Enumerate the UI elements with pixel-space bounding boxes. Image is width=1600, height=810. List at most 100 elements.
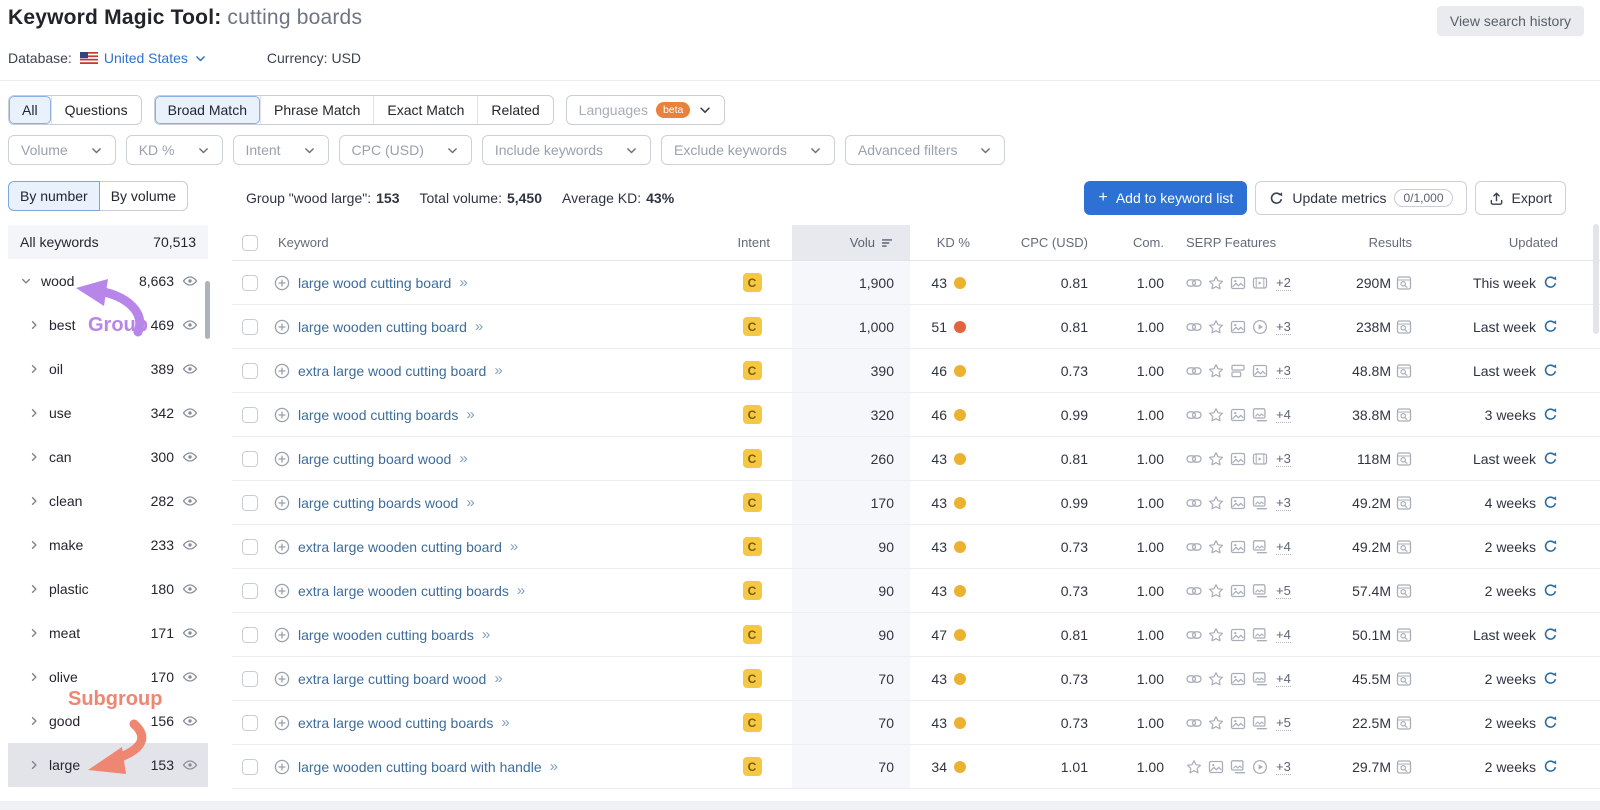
database-selector[interactable]: United States bbox=[80, 50, 207, 66]
expand-keyword-icon[interactable]: » bbox=[459, 450, 467, 467]
serp-more-badge[interactable]: +4 bbox=[1276, 407, 1291, 423]
row-checkbox[interactable] bbox=[242, 758, 258, 775]
keyword-link[interactable]: extra large wooden cutting boards bbox=[298, 583, 509, 599]
sidebar-group-make[interactable]: make 233 bbox=[8, 523, 208, 567]
add-keyword-icon[interactable] bbox=[274, 495, 290, 511]
row-checkbox[interactable] bbox=[242, 450, 258, 467]
keyword-link[interactable]: large wooden cutting board bbox=[298, 319, 467, 335]
expand-keyword-icon[interactable]: » bbox=[459, 274, 467, 291]
serp-preview-icon[interactable] bbox=[1396, 363, 1412, 379]
serp-preview-icon[interactable] bbox=[1396, 671, 1412, 687]
keyword-link[interactable]: extra large cutting board wood bbox=[298, 671, 486, 687]
keyword-link[interactable]: large cutting board wood bbox=[298, 451, 451, 467]
header-updated[interactable]: Updated bbox=[1509, 235, 1558, 250]
header-com[interactable]: Com. bbox=[1133, 235, 1164, 250]
serp-preview-icon[interactable] bbox=[1396, 583, 1412, 599]
eye-icon[interactable] bbox=[182, 449, 198, 465]
keyword-link[interactable]: extra large wood cutting board bbox=[298, 363, 486, 379]
keyword-link[interactable]: large cutting boards wood bbox=[298, 495, 458, 511]
eye-icon[interactable] bbox=[182, 669, 198, 685]
update-metrics-button[interactable]: Update metrics 0/1,000 bbox=[1255, 181, 1467, 215]
sidebar-scrollbar[interactable] bbox=[205, 281, 210, 339]
chevron-right-icon[interactable] bbox=[28, 319, 40, 331]
filter-advanced-filters[interactable]: Advanced filters bbox=[844, 135, 1006, 165]
expand-keyword-icon[interactable]: » bbox=[501, 714, 509, 731]
serp-preview-icon[interactable] bbox=[1396, 539, 1412, 555]
expand-keyword-icon[interactable]: » bbox=[550, 758, 558, 775]
keyword-link[interactable]: extra large wooden cutting board bbox=[298, 539, 502, 555]
add-keyword-icon[interactable] bbox=[274, 671, 290, 687]
select-all-checkbox[interactable] bbox=[242, 234, 258, 251]
row-checkbox[interactable] bbox=[242, 274, 258, 291]
expand-keyword-icon[interactable]: » bbox=[510, 538, 518, 555]
eye-icon[interactable] bbox=[182, 581, 198, 597]
eye-icon[interactable] bbox=[182, 317, 198, 333]
chevron-down-icon[interactable] bbox=[20, 275, 32, 287]
expand-keyword-icon[interactable]: » bbox=[482, 626, 490, 643]
serp-preview-icon[interactable] bbox=[1396, 451, 1412, 467]
sidebar-group-meat[interactable]: meat 171 bbox=[8, 611, 208, 655]
expand-keyword-icon[interactable]: » bbox=[466, 494, 474, 511]
eye-icon[interactable] bbox=[182, 493, 198, 509]
filter-intent[interactable]: Intent bbox=[232, 135, 329, 165]
filter-cpc-usd-[interactable]: CPC (USD) bbox=[338, 135, 472, 165]
refresh-icon[interactable] bbox=[1543, 495, 1558, 510]
filter-exclude-keywords[interactable]: Exclude keywords bbox=[661, 135, 835, 165]
serp-preview-icon[interactable] bbox=[1396, 759, 1412, 775]
refresh-icon[interactable] bbox=[1543, 715, 1558, 730]
serp-preview-icon[interactable] bbox=[1396, 627, 1412, 643]
sidebar-group-good[interactable]: good 156 bbox=[8, 699, 208, 743]
header-keyword[interactable]: Keyword bbox=[278, 235, 329, 250]
eye-icon[interactable] bbox=[182, 361, 198, 377]
view-search-history-button[interactable]: View search history bbox=[1436, 6, 1584, 36]
serp-preview-icon[interactable] bbox=[1396, 495, 1412, 511]
expand-keyword-icon[interactable]: » bbox=[466, 406, 474, 423]
expand-keyword-icon[interactable]: » bbox=[494, 670, 502, 687]
eye-icon[interactable] bbox=[182, 405, 198, 421]
sidebar-group-plastic[interactable]: plastic 180 bbox=[8, 567, 208, 611]
serp-preview-icon[interactable] bbox=[1396, 407, 1412, 423]
serp-more-badge[interactable]: +3 bbox=[1276, 451, 1291, 467]
refresh-icon[interactable] bbox=[1543, 407, 1558, 422]
chevron-right-icon[interactable] bbox=[28, 759, 40, 771]
header-results[interactable]: Results bbox=[1369, 235, 1412, 250]
add-keyword-icon[interactable] bbox=[274, 407, 290, 423]
row-checkbox[interactable] bbox=[242, 670, 258, 687]
serp-more-badge[interactable]: +5 bbox=[1276, 583, 1291, 599]
filter-include-keywords[interactable]: Include keywords bbox=[481, 135, 652, 165]
refresh-icon[interactable] bbox=[1543, 451, 1558, 466]
sidebar-group-olive[interactable]: olive 170 bbox=[8, 655, 208, 699]
keyword-link[interactable]: large wood cutting board bbox=[298, 275, 451, 291]
header-kd[interactable]: KD % bbox=[937, 235, 970, 250]
chevron-right-icon[interactable] bbox=[28, 363, 40, 375]
refresh-icon[interactable] bbox=[1543, 671, 1558, 686]
tab-all[interactable]: All bbox=[9, 96, 51, 124]
serp-more-badge[interactable]: +3 bbox=[1276, 363, 1291, 379]
row-checkbox[interactable] bbox=[242, 406, 258, 423]
keyword-link[interactable]: large wooden cutting board with handle bbox=[298, 759, 542, 775]
serp-more-badge[interactable]: +2 bbox=[1276, 275, 1291, 291]
export-button[interactable]: Export bbox=[1474, 181, 1566, 215]
eye-icon[interactable] bbox=[182, 273, 198, 289]
keyword-link[interactable]: large wooden cutting boards bbox=[298, 627, 474, 643]
chevron-right-icon[interactable] bbox=[28, 407, 40, 419]
filter-kd-[interactable]: KD % bbox=[125, 135, 223, 165]
row-checkbox[interactable] bbox=[242, 538, 258, 555]
serp-preview-icon[interactable] bbox=[1396, 319, 1412, 335]
serp-more-badge[interactable]: +3 bbox=[1276, 319, 1291, 335]
add-keyword-icon[interactable] bbox=[274, 275, 290, 291]
add-keyword-icon[interactable] bbox=[274, 451, 290, 467]
add-keyword-icon[interactable] bbox=[274, 363, 290, 379]
tab-exact-match[interactable]: Exact Match bbox=[373, 96, 478, 124]
serp-more-badge[interactable]: +4 bbox=[1276, 671, 1291, 687]
chevron-right-icon[interactable] bbox=[28, 495, 40, 507]
serp-more-badge[interactable]: +3 bbox=[1276, 759, 1291, 775]
row-checkbox[interactable] bbox=[242, 494, 258, 511]
chevron-right-icon[interactable] bbox=[28, 671, 40, 683]
tab-broad-match[interactable]: Broad Match bbox=[154, 96, 260, 124]
serp-preview-icon[interactable] bbox=[1396, 275, 1412, 291]
languages-dropdown[interactable]: Languages beta bbox=[565, 95, 726, 125]
add-keyword-icon[interactable] bbox=[274, 319, 290, 335]
chevron-right-icon[interactable] bbox=[28, 583, 40, 595]
expand-keyword-icon[interactable]: » bbox=[517, 582, 525, 599]
